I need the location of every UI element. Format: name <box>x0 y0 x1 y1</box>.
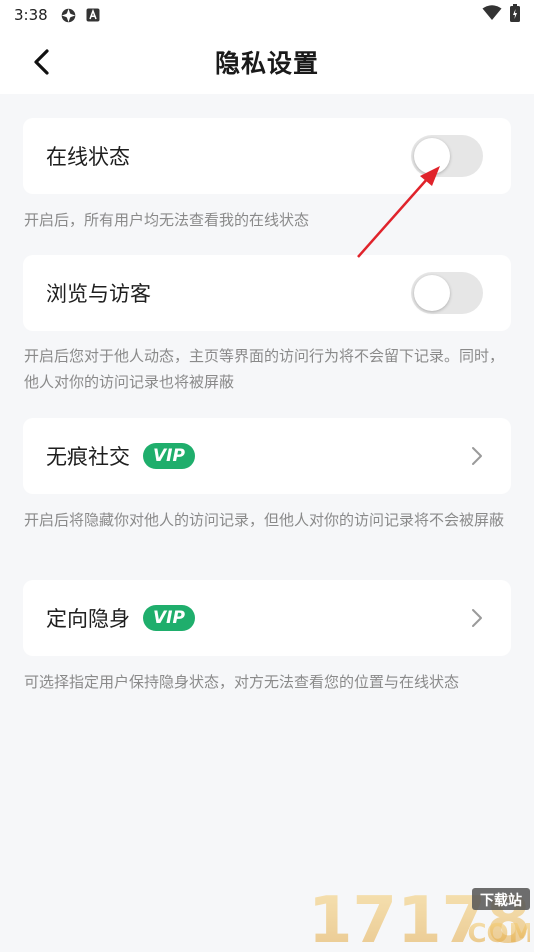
setting-browse-visitors: 浏览与访客 <box>23 255 511 331</box>
notification-a-icon <box>86 8 100 22</box>
app-header: 隐私设置 <box>0 30 534 94</box>
setting-online-status: 在线状态 <box>23 118 511 194</box>
toggle-knob <box>414 275 450 311</box>
wifi-icon <box>482 5 502 25</box>
toggle-knob <box>414 138 450 174</box>
online-status-toggle[interactable] <box>411 135 483 177</box>
vip-badge: VIP <box>143 605 195 631</box>
targeted-invisible-description: 可选择指定用户保持隐身状态，对方无法查看您的位置与在线状态 <box>24 669 512 695</box>
chevron-left-icon <box>32 48 52 76</box>
online-status-description: 开启后，所有用户均无法查看我的在线状态 <box>24 207 512 233</box>
traceless-social-description: 开启后将隐藏你对他人的访问记录，但他人对你的访问记录将不会被屏蔽 <box>24 507 512 533</box>
targeted-invisible-label: 定向隐身 <box>46 603 130 633</box>
svg-text:下载站: 下载站 <box>480 892 522 909</box>
browse-visitors-description: 开启后您对于他人动态，主页等界面的访问行为将不会留下记录。同时， 他人对你的访问… <box>24 343 512 395</box>
setting-traceless-social[interactable]: 无痕社交 VIP <box>23 418 511 494</box>
traceless-social-label: 无痕社交 <box>46 441 130 471</box>
vip-badge: VIP <box>143 443 195 469</box>
svg-text:COM: COM <box>467 919 530 948</box>
page-title: 隐私设置 <box>215 44 319 80</box>
online-status-label: 在线状态 <box>46 141 130 171</box>
back-button[interactable] <box>26 46 58 78</box>
setting-targeted-invisible[interactable]: 定向隐身 VIP <box>23 580 511 656</box>
browse-visitors-label: 浏览与访客 <box>46 278 151 308</box>
status-bar: 3:38 <box>0 0 534 30</box>
chevron-right-icon <box>471 608 483 628</box>
watermark-logo: 17178 下载站 COM <box>308 886 530 948</box>
browse-visitors-toggle[interactable] <box>411 272 483 314</box>
battery-icon <box>510 4 520 26</box>
chevron-right-icon <box>471 446 483 466</box>
settings-icon <box>60 7 77 24</box>
status-time: 3:38 <box>14 6 48 24</box>
